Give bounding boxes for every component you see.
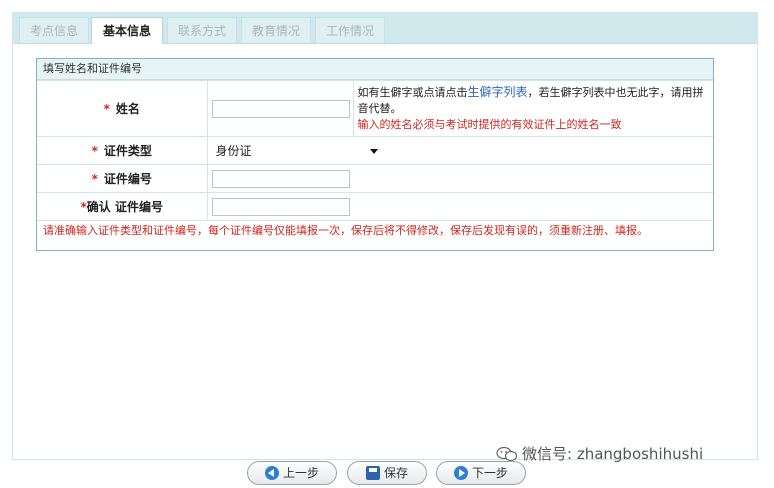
- next-step-label: 下一步: [471, 466, 508, 480]
- id-confirm-label: 确认 证件编号: [86, 200, 163, 214]
- id-number-input[interactable]: [211, 169, 350, 188]
- button-bar: 上一步 保存 下一步: [0, 460, 774, 488]
- save-button[interactable]: 保存: [347, 461, 427, 485]
- name-warning: 输入的姓名必须与考试时提供的有效证件上的姓名一致: [357, 118, 622, 131]
- id-number-row: * 证件编号: [37, 164, 713, 193]
- name-label: 姓名: [115, 102, 140, 116]
- prev-step-label: 上一步: [282, 466, 319, 480]
- id-number-label-cell: * 证件编号: [37, 164, 208, 193]
- prev-step-button[interactable]: 上一步: [247, 461, 337, 485]
- id-confirm-row: *确认 证件编号: [37, 192, 713, 221]
- next-step-button[interactable]: 下一步: [436, 461, 526, 485]
- save-label: 保存: [383, 466, 408, 480]
- content-frame: 考点信息 基本信息 联系方式 教育情况 工作情况 填写姓名和证件编号 * 姓名 如…: [12, 12, 758, 460]
- tab-bar: 考点信息 基本信息 联系方式 教育情况 工作情况: [13, 13, 757, 44]
- name-input[interactable]: [211, 99, 350, 118]
- floppy-disk-icon: [365, 466, 380, 480]
- id-type-value: 身份证: [215, 143, 252, 158]
- arrow-left-icon: [264, 466, 279, 480]
- name-label-cell: * 姓名: [37, 80, 208, 137]
- name-id-section: 填写姓名和证件编号 * 姓名 如有生僻字或点请点击生僻字列表，若生僻字列表中也无此…: [36, 58, 714, 251]
- rare-char-list-link[interactable]: 生僻字列表: [468, 85, 528, 99]
- name-input-cell: [206, 80, 354, 137]
- tab-education[interactable]: 教育情况: [241, 17, 311, 43]
- id-note: 请准确输入证件类型和证件编号，每个证件编号仅能填报一次，保存后将不得修改，保存后…: [43, 224, 648, 237]
- id-type-row: * 证件类型 身份证: [37, 136, 713, 165]
- id-type-label-cell: * 证件类型: [37, 136, 208, 165]
- required-mark: *: [91, 172, 98, 186]
- tab-work[interactable]: 工作情况: [315, 17, 385, 43]
- tab-exam-site[interactable]: 考点信息: [19, 17, 89, 43]
- hint-text: 如有生僻字或点请点击: [357, 86, 468, 99]
- section-title: 填写姓名和证件编号: [37, 59, 713, 80]
- id-number-input-cell: [206, 164, 713, 193]
- id-type-select-cell: 身份证: [206, 136, 713, 165]
- name-row: * 姓名 如有生僻字或点请点击生僻字列表，若生僻字列表中也无此字，请用拼音代替。 …: [37, 80, 713, 137]
- form-table: * 姓名 如有生僻字或点请点击生僻字列表，若生僻字列表中也无此字，请用拼音代替。 …: [37, 80, 713, 221]
- id-confirm-input-cell: [206, 192, 713, 221]
- id-type-select[interactable]: 身份证: [211, 141, 380, 160]
- id-confirm-label-cell: *确认 证件编号: [37, 192, 208, 221]
- name-hint-cell: 如有生僻字或点请点击生僻字列表，若生僻字列表中也无此字，请用拼音代替。 输入的姓…: [352, 80, 713, 137]
- required-mark: *: [103, 102, 110, 116]
- id-confirm-input[interactable]: [211, 197, 350, 216]
- arrow-right-icon: [453, 466, 468, 480]
- tab-basic-info[interactable]: 基本信息: [91, 17, 163, 44]
- required-mark: *: [91, 144, 98, 158]
- id-type-label: 证件类型: [103, 144, 152, 158]
- tab-contact[interactable]: 联系方式: [167, 17, 237, 43]
- id-number-label: 证件编号: [103, 172, 152, 186]
- chevron-down-icon: [369, 148, 378, 154]
